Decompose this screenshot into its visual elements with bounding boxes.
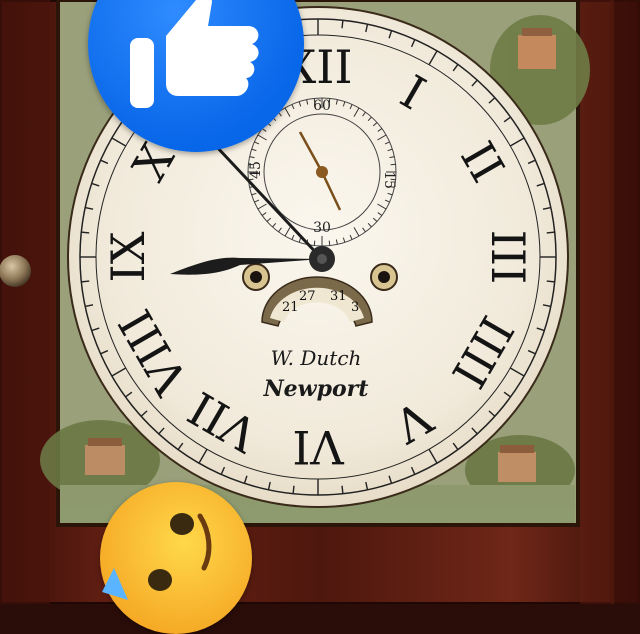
maker-signature: W. Dutch: [271, 346, 362, 370]
tearful-face-icon: [102, 513, 212, 600]
door-knob: [0, 255, 31, 287]
minute-tick: [81, 231, 90, 234]
date-27: 27: [299, 289, 316, 304]
minute-tick: [341, 485, 344, 494]
date-3: 3: [351, 300, 359, 315]
minute-tick: [81, 280, 90, 283]
sad-reaction[interactable]: [100, 482, 252, 634]
roman-numeral: III: [481, 230, 535, 285]
roman-numeral: VI: [292, 420, 344, 474]
town-signature: Newport: [263, 376, 369, 402]
date-31: 31: [330, 289, 347, 304]
minute-tick: [546, 231, 555, 234]
minute-tick: [341, 20, 344, 29]
seconds-label-30: 30: [313, 220, 331, 236]
thumbs-up-icon: [130, 0, 259, 108]
seconds-label-60: 60: [313, 98, 331, 114]
like-reaction[interactable]: [88, 0, 304, 152]
seconds-label-45: 45: [248, 161, 264, 179]
roman-numeral: IX: [101, 231, 155, 282]
minute-tick: [292, 485, 295, 494]
date-21: 21: [282, 300, 299, 315]
seconds-tick: [328, 240, 331, 246]
minute-tick: [546, 280, 555, 283]
seconds-tick: [313, 240, 316, 246]
seconds-label-15: 15: [381, 171, 397, 189]
seconds-tick: [390, 163, 396, 166]
